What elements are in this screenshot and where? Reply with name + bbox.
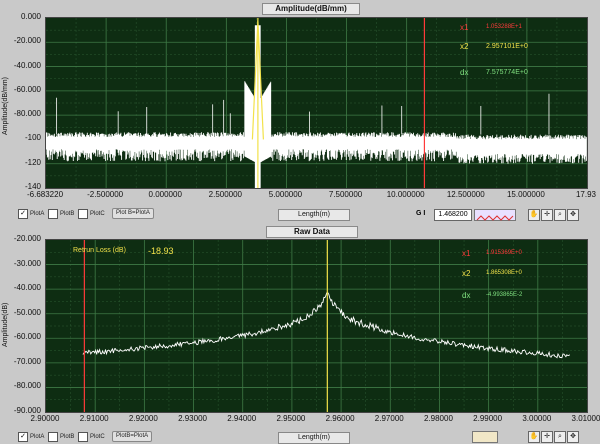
bottom-y-tick: -30.000: [13, 258, 41, 268]
bottom-plota-checkbox[interactable]: ✓ PlotA: [18, 432, 44, 442]
top-x-tick: 15.000000: [506, 190, 545, 199]
bottom-chart-svg: [46, 240, 587, 412]
bottom-legend-icon: [472, 431, 498, 443]
bottom-plotb-checkbox[interactable]: PlotB: [48, 432, 74, 442]
top-g-label: G I: [416, 210, 426, 217]
bottom-cursor-x2-value: 1.865308E+0: [486, 270, 522, 276]
pan-icon[interactable]: ✥: [567, 209, 579, 221]
hand-icon[interactable]: ✋: [528, 209, 540, 221]
top-y-tick: -80.000: [13, 109, 41, 119]
bottom-x-axis-label: Length(m): [278, 432, 350, 444]
return-loss-value: -18.93: [148, 246, 174, 256]
top-y-tick: -60.000: [13, 84, 41, 94]
top-plot-area[interactable]: x1 1.053288E+1 x2 2.957101E+0 dx 7.57577…: [45, 17, 588, 189]
bottom-plot-area[interactable]: Retrun Loss (dB) -18.93 x1 1.915369E+0 x…: [45, 239, 588, 413]
top-y-tick: -20.000: [13, 36, 41, 46]
top-y-tick: -120: [24, 157, 41, 167]
bottom-x-tick: 3.01000: [571, 414, 600, 423]
waveform-icon[interactable]: [474, 209, 516, 221]
top-cursor-dx-value: 7.575774E+0: [486, 69, 528, 76]
top-cursor-x2-value: 2.957101E+0: [486, 43, 528, 50]
check-icon: ✓: [18, 209, 28, 219]
bottom-cursor-dx-label: dx: [462, 291, 471, 300]
bottom-cursor-x2-label: x2: [462, 269, 471, 278]
zoom-icon[interactable]: ⌕: [554, 209, 566, 221]
top-x-axis-label: Length(m): [278, 209, 350, 221]
zoom-icon[interactable]: ⌕: [554, 431, 566, 443]
bottom-graph-title: Raw Data: [266, 226, 358, 238]
top-swap-button[interactable]: Plot B=PlotA: [112, 208, 154, 219]
top-cursor-x1-label: x1: [460, 23, 469, 32]
top-plotc-checkbox[interactable]: PlotC: [78, 209, 105, 219]
top-plota-checkbox[interactable]: ✓ PlotA: [18, 209, 44, 219]
top-x-tick: -2.500000: [87, 190, 124, 199]
top-x-tick: 5.000000: [268, 190, 303, 199]
top-y-tick: -40.000: [13, 60, 41, 70]
bottom-y-tick: -40.000: [13, 283, 41, 293]
bottom-cursor-x1-label: x1: [462, 249, 471, 258]
top-x-tick: 10.000000: [386, 190, 425, 199]
bottom-y-tick: -60.000: [13, 332, 41, 342]
top-numeric-input[interactable]: 1.468200: [434, 209, 472, 221]
hand-icon[interactable]: ✋: [528, 431, 540, 443]
top-x-tick: 0.000000: [148, 190, 182, 199]
bottom-y-tick: -50.000: [13, 307, 41, 317]
check-icon: ✓: [18, 432, 28, 442]
top-y-tick: 0.000: [20, 12, 41, 21]
bottom-y-tick: -20.000: [13, 234, 41, 243]
top-panel: Amplitude(dB/mm) Amplitude(dB/mm) x1 1.0…: [0, 0, 600, 222]
top-y-tick: -100: [24, 133, 41, 143]
bottom-cursor-x1-value: 1.915369E+0: [486, 250, 522, 256]
top-plotb-checkbox[interactable]: PlotB: [48, 209, 74, 219]
bottom-y-tick: -80.000: [13, 381, 41, 391]
bottom-swap-button[interactable]: PlotB=PlotA: [112, 431, 153, 442]
top-x-tick: 7.500000: [328, 190, 363, 199]
top-x-tick: -6.683220: [26, 190, 64, 199]
bottom-panel: Raw Data Amplitude(dB) Retrun Loss (dB) …: [0, 222, 600, 444]
top-cursor-x1-value: 1.053288E+1: [486, 24, 522, 30]
top-x-tick: 12.500000: [446, 190, 485, 199]
top-cursor-x2-label: x2: [460, 42, 469, 51]
top-x-tick: 17.93: [575, 190, 597, 199]
crosshair-icon[interactable]: ✛: [541, 431, 553, 443]
top-cursor-dx-label: dx: [460, 68, 469, 77]
crosshair-icon[interactable]: ✛: [541, 209, 553, 221]
top-graph-title: Amplitude(dB/mm): [262, 3, 360, 15]
bottom-plotc-checkbox[interactable]: PlotC: [78, 432, 105, 442]
pan-icon[interactable]: ✥: [567, 431, 579, 443]
top-x-tick: 2.500000: [208, 190, 243, 199]
bottom-y-tick: -70.000: [13, 356, 41, 366]
return-loss-label: Retrun Loss (dB): [73, 247, 126, 254]
bottom-cursor-dx-value: -4.993865E-2: [486, 292, 523, 298]
bottom-trace: [82, 292, 571, 359]
